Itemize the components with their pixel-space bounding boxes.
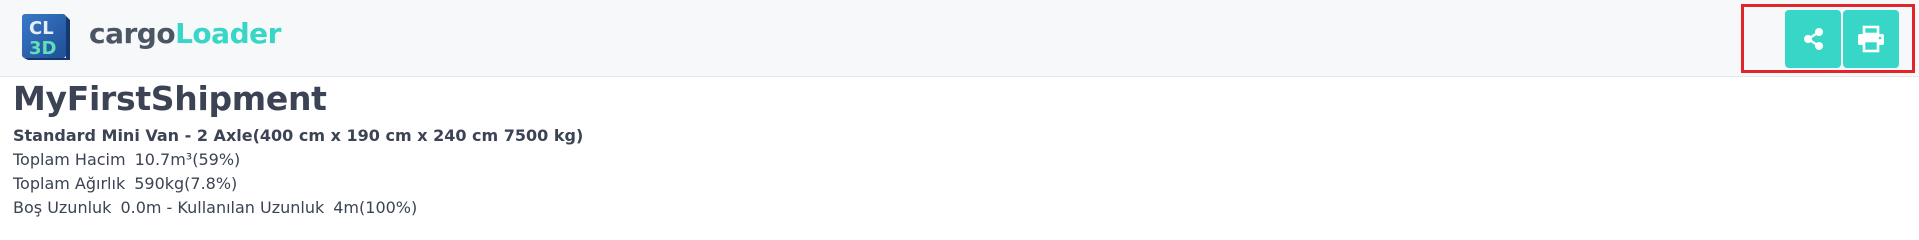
total-weight-label: Toplam Ağırlık xyxy=(13,174,126,193)
shipment-summary: MyFirstShipment Standard Mini Van - 2 Ax… xyxy=(13,78,583,217)
total-volume-row: Toplam Hacim 10.7m³(59%) xyxy=(13,149,240,171)
vehicle-info: Standard Mini Van - 2 Axle(400 cm x 190 … xyxy=(13,126,584,145)
header-actions xyxy=(1741,4,1915,73)
brand-cargo: cargo xyxy=(89,17,176,50)
app-logo[interactable]: CL 3D xyxy=(20,12,71,60)
empty-length-label: Boş Uzunluk xyxy=(13,198,112,217)
brand-loader: Loader xyxy=(175,17,281,50)
empty-length-value: 0.0m - Kullanılan Uzunluk xyxy=(120,198,325,217)
app-header: CL 3D cargoLoader xyxy=(0,0,1919,77)
app-brand[interactable]: cargoLoader xyxy=(89,14,281,54)
print-button[interactable] xyxy=(1843,10,1899,68)
total-volume-value: 10.7m³(59%) xyxy=(134,150,241,169)
total-volume-label: Toplam Hacim xyxy=(13,150,126,169)
length-row: Boş Uzunluk 0.0m - Kullanılan Uzunluk 4m(1… xyxy=(13,197,417,219)
shipment-title: MyFirstShipment xyxy=(13,79,327,118)
used-length-value: 4m(100%) xyxy=(333,198,418,217)
print-icon xyxy=(1856,25,1886,53)
share-button[interactable] xyxy=(1785,10,1841,68)
total-weight-value: 590kg(7.8%) xyxy=(134,174,238,193)
svg-text:3D: 3D xyxy=(29,38,56,59)
svg-text:CL: CL xyxy=(29,18,54,39)
total-weight-row: Toplam Ağırlık 590kg(7.8%) xyxy=(13,173,237,195)
share-icon xyxy=(1799,25,1827,53)
